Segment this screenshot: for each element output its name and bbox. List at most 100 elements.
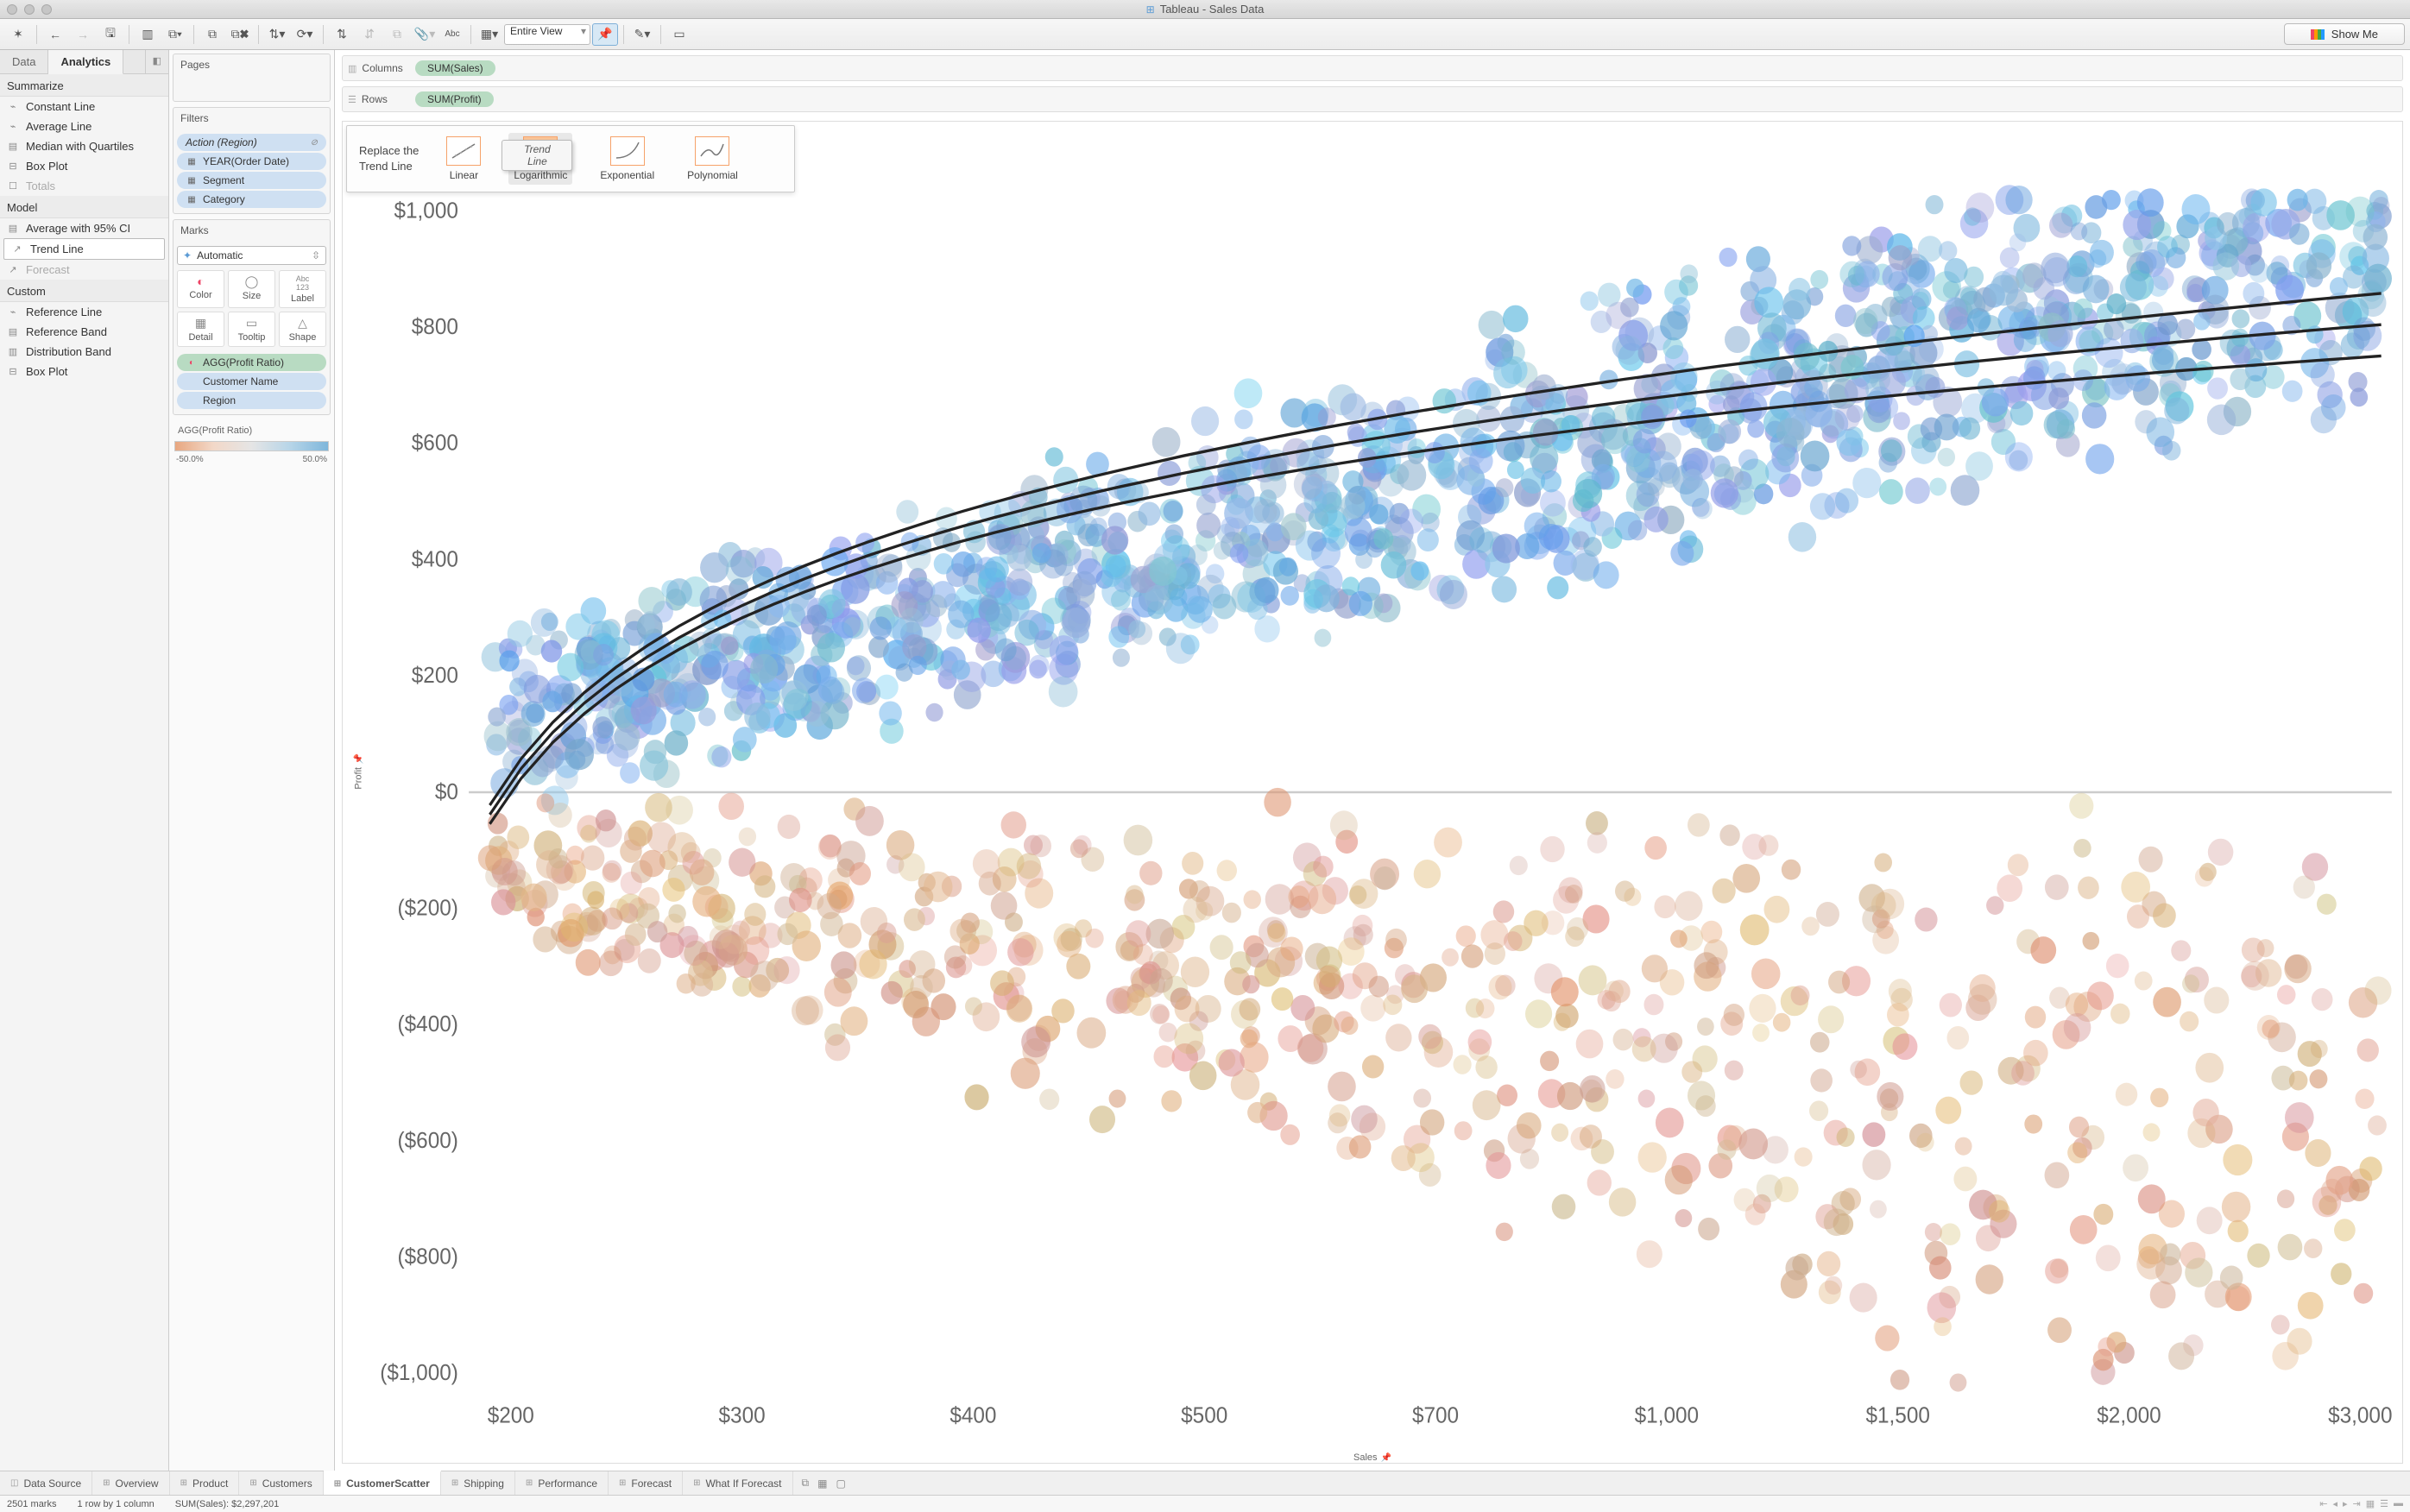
sheet-icon: ⊞ bbox=[693, 1478, 700, 1488]
view-list-icon[interactable]: ☰ bbox=[2380, 1498, 2388, 1509]
highlight-icon[interactable]: ✎▾ bbox=[629, 23, 655, 46]
svg-text:$1,500: $1,500 bbox=[1865, 1403, 1929, 1428]
minimize-icon[interactable] bbox=[24, 4, 35, 15]
scatter-chart[interactable]: $1,000$800$600$400$200$0($200)($400)($60… bbox=[343, 122, 2402, 1463]
tab-data-source[interactable]: ◫Data Source bbox=[0, 1471, 92, 1495]
marks-shelf-profit-ratio[interactable]: ◐AGG(Profit Ratio) bbox=[177, 354, 326, 371]
sheet-tab-product[interactable]: ⊞Product bbox=[170, 1471, 240, 1495]
sheet-tab-forecast[interactable]: ⊞Forecast bbox=[609, 1471, 683, 1495]
work-area: ▥Columns SUM(Sales) ☰Rows SUM(Profit) Re… bbox=[335, 50, 2410, 1471]
item-box-plot[interactable]: ⊟Box Plot bbox=[0, 156, 168, 176]
fit-select[interactable]: Entire View▾ bbox=[504, 24, 590, 45]
tab-data[interactable]: Data bbox=[0, 50, 48, 73]
new-worksheet-icon[interactable]: ⧉ bbox=[802, 1477, 810, 1490]
columns-shelf[interactable]: ▥Columns SUM(Sales) bbox=[342, 55, 2403, 81]
sheet-tab-overview[interactable]: ⊞Overview bbox=[92, 1471, 169, 1495]
pages-card[interactable]: Pages bbox=[173, 54, 331, 102]
sheet-tab-customers[interactable]: ⊞Customers bbox=[239, 1471, 323, 1495]
rows-shelf[interactable]: ☰Rows SUM(Profit) bbox=[342, 86, 2403, 112]
item-trend-line[interactable]: ↗Trend Line bbox=[3, 238, 165, 260]
close-icon[interactable] bbox=[7, 4, 17, 15]
marks-shelf-customer-name[interactable]: Customer Name bbox=[177, 373, 326, 390]
collapse-panel-icon[interactable]: ◧ bbox=[145, 50, 168, 73]
window-controls[interactable] bbox=[7, 4, 52, 15]
color-legend[interactable]: AGG(Profit Ratio) -50.0%50.0% bbox=[173, 420, 331, 468]
rows-pill-sum-profit[interactable]: SUM(Profit) bbox=[415, 91, 494, 107]
trend-option-linear[interactable]: Linear bbox=[441, 133, 486, 185]
save-icon[interactable]: 🖫 bbox=[98, 23, 123, 46]
group-icon[interactable]: ⧉ bbox=[384, 23, 410, 46]
nav-first-icon[interactable]: ⇤ bbox=[2319, 1498, 2327, 1509]
new-story-icon[interactable]: ▢ bbox=[836, 1477, 845, 1490]
marks-color[interactable]: ◐Color bbox=[177, 270, 224, 308]
filters-card[interactable]: Filters Action (Region)⊘ ▦YEAR(Order Dat… bbox=[173, 107, 331, 214]
x-axis-label[interactable]: Sales 📌 bbox=[1353, 1452, 1391, 1463]
trend-line-drop-target[interactable]: Replace the Trend Line Linear Logarithmi… bbox=[346, 125, 795, 192]
marks-shelf-region[interactable]: Region bbox=[177, 392, 326, 409]
marks-card[interactable]: Marks ✦Automatic⇳ ◐Color ◯Size Abc123Lab… bbox=[173, 219, 331, 415]
legend-max: 50.0% bbox=[303, 455, 327, 464]
item-constant-line[interactable]: ⌁Constant Line bbox=[0, 97, 168, 117]
svg-text:$200: $200 bbox=[412, 663, 458, 688]
filter-action-region[interactable]: Action (Region)⊘ bbox=[177, 134, 326, 151]
item-reference-line[interactable]: ⌁Reference Line bbox=[0, 302, 168, 322]
trend-option-polynomial[interactable]: Polynomial bbox=[682, 133, 743, 185]
back-icon[interactable]: ← bbox=[42, 23, 68, 46]
sheet-tab-customerscatter[interactable]: ⊞CustomerScatter bbox=[324, 1471, 441, 1495]
ci-icon: ▤ bbox=[7, 223, 19, 234]
marks-label[interactable]: Abc123Label bbox=[279, 270, 326, 308]
tab-analytics[interactable]: Analytics bbox=[48, 50, 123, 74]
trend-option-logarithmic[interactable]: Logarithmic Trend Line bbox=[508, 133, 572, 185]
pin-icon[interactable]: 📌 bbox=[592, 23, 618, 46]
item-average-line[interactable]: ⌁Average Line bbox=[0, 117, 168, 136]
attach-icon[interactable]: 📎▾ bbox=[412, 23, 438, 46]
sort-desc-icon[interactable]: ⇵ bbox=[356, 23, 382, 46]
filter-year-order-date[interactable]: ▦YEAR(Order Date) bbox=[177, 153, 326, 170]
view-mode-icon[interactable]: ▦▾ bbox=[476, 23, 502, 46]
abc-label-icon[interactable]: Abc bbox=[439, 23, 465, 46]
new-worksheet-icon[interactable]: ⧉▾ bbox=[162, 23, 188, 46]
new-dashboard-icon[interactable]: ▦ bbox=[817, 1477, 827, 1490]
item-average-ci[interactable]: ▤Average with 95% CI bbox=[0, 218, 168, 238]
svg-text:$3,000: $3,000 bbox=[2328, 1403, 2392, 1428]
columns-pill-sum-sales[interactable]: SUM(Sales) bbox=[415, 60, 495, 76]
item-distribution-band[interactable]: ▥Distribution Band bbox=[0, 342, 168, 362]
svg-text:$700: $700 bbox=[1412, 1403, 1459, 1428]
nav-last-icon[interactable]: ⇥ bbox=[2353, 1498, 2361, 1509]
duplicate-sheet-icon[interactable]: ⧉ bbox=[199, 23, 225, 46]
show-me-button[interactable]: Show Me bbox=[2284, 23, 2405, 45]
zoom-icon[interactable] bbox=[41, 4, 52, 15]
sort-asc-icon[interactable]: ⇅ bbox=[329, 23, 355, 46]
view-filmstrip-icon[interactable]: ▬ bbox=[2394, 1498, 2403, 1509]
clear-sheet-icon[interactable]: ⧉✖ bbox=[227, 23, 253, 46]
new-datasource-icon[interactable]: ▥ bbox=[135, 23, 161, 46]
sheet-tab-shipping[interactable]: ⊞Shipping bbox=[441, 1471, 515, 1495]
trend-icon: ↗ bbox=[11, 243, 23, 255]
item-median-quartiles[interactable]: ▤Median with Quartiles bbox=[0, 136, 168, 156]
tableau-logo-icon[interactable]: ✶ bbox=[5, 23, 31, 46]
trend-option-exponential[interactable]: Exponential bbox=[595, 133, 659, 185]
sheet-tab-what-if-forecast[interactable]: ⊞What If Forecast bbox=[683, 1471, 792, 1495]
nav-next-icon[interactable]: ▸ bbox=[2343, 1498, 2348, 1509]
sheet-tab-performance[interactable]: ⊞Performance bbox=[515, 1471, 609, 1495]
filter-segment[interactable]: ▦Segment bbox=[177, 172, 326, 189]
marks-tooltip[interactable]: ▭Tooltip bbox=[228, 312, 275, 347]
mark-type-select[interactable]: ✦Automatic⇳ bbox=[177, 246, 326, 265]
item-reference-band[interactable]: ▤Reference Band bbox=[0, 322, 168, 342]
forward-icon[interactable]: → bbox=[70, 23, 96, 46]
view-grid-icon[interactable]: ▦ bbox=[2366, 1498, 2375, 1509]
nav-prev-icon[interactable]: ◂ bbox=[2332, 1498, 2337, 1509]
legend-gradient[interactable] bbox=[174, 441, 329, 451]
shape-icon: △ bbox=[280, 316, 325, 331]
marks-detail[interactable]: ▦Detail bbox=[177, 312, 224, 347]
rows-icon: ☰ bbox=[348, 94, 356, 105]
refresh-icon[interactable]: ⟳▾ bbox=[292, 23, 318, 46]
marks-size[interactable]: ◯Size bbox=[228, 270, 275, 308]
presentation-icon[interactable]: ▭ bbox=[666, 23, 692, 46]
item-box-plot-2[interactable]: ⊟Box Plot bbox=[0, 362, 168, 381]
viz-canvas[interactable]: Replace the Trend Line Linear Logarithmi… bbox=[342, 121, 2403, 1464]
y-axis-label[interactable]: Profit 📌 bbox=[354, 753, 364, 789]
filter-category[interactable]: ▦Category bbox=[177, 191, 326, 208]
marks-shape[interactable]: △Shape bbox=[279, 312, 326, 347]
swap-icon[interactable]: ⇅▾ bbox=[264, 23, 290, 46]
